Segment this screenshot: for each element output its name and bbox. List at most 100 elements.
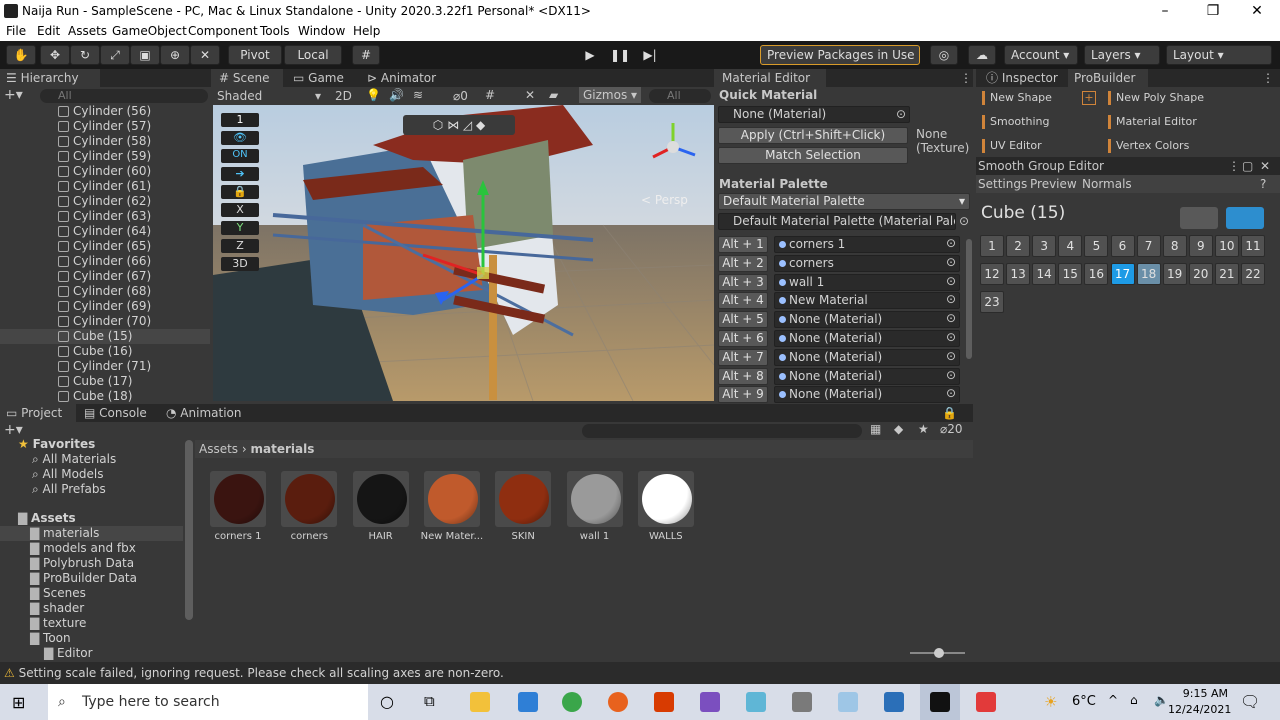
palette-material-field[interactable]: None (Material) — [774, 348, 960, 366]
hierarchy-item[interactable]: Cylinder (59) — [0, 149, 210, 164]
task-view-icon[interactable]: ⧉ — [424, 692, 435, 710]
smooth-group-button[interactable]: 13 — [1006, 263, 1031, 285]
volume-icon[interactable]: 🔈 — [1154, 693, 1169, 707]
hierarchy-item[interactable]: Cube (15) — [0, 329, 210, 344]
tab-smooth-normals[interactable]: Normals — [1082, 177, 1132, 191]
hierarchy-item[interactable]: Cylinder (57) — [0, 119, 210, 134]
object-picker-icon[interactable]: ⊙ — [946, 386, 956, 400]
add-shape-icon[interactable]: + — [1082, 91, 1096, 105]
inspector-more-icon[interactable]: ⋮ — [1262, 71, 1274, 85]
cortana-icon[interactable]: ○ — [380, 692, 394, 711]
overlay-on-toggle[interactable]: ON — [221, 149, 259, 163]
scene-viewport[interactable]: 1 👁 ON ➔ 🔒 X Y Z 3D ⬡ ⋈ ◿ ◆ < Persp — [213, 105, 714, 401]
object-picker-icon[interactable]: ⊙ — [896, 107, 906, 121]
smooth-group-button[interactable]: 18 — [1136, 263, 1161, 285]
new-poly-shape-button[interactable]: New Poly Shape — [1108, 89, 1204, 107]
folder-item[interactable]: ▇ shader — [0, 601, 183, 616]
project-search-input[interactable] — [582, 424, 862, 438]
menu-component[interactable]: Component — [188, 24, 258, 38]
hierarchy-item[interactable]: Cylinder (70) — [0, 314, 210, 329]
smooth-group-button[interactable]: 2 — [1006, 235, 1031, 257]
eye-icon[interactable]: 👁 — [221, 131, 259, 145]
favorites-header[interactable]: ★ Favorites — [0, 437, 183, 452]
hierarchy-item[interactable]: Cylinder (69) — [0, 299, 210, 314]
more-icon[interactable]: ⋮ — [960, 71, 972, 85]
hierarchy-item[interactable]: Cylinder (71) — [0, 359, 210, 374]
palette-field[interactable]: Default Material Palette (Material Palet… — [718, 213, 956, 230]
palette-material-field[interactable]: New Material — [774, 292, 960, 310]
smooth-group-button[interactable]: 19 — [1162, 263, 1187, 285]
menu-gameobject[interactable]: GameObject — [112, 24, 187, 38]
smooth-group-button[interactable]: 14 — [1032, 263, 1057, 285]
slider-handle[interactable] — [934, 648, 944, 658]
hierarchy-item[interactable]: Cylinder (56) — [0, 104, 210, 119]
palette-shortcut-button[interactable]: Alt + 5 — [718, 311, 768, 329]
smooth-help-icon[interactable]: ? — [1260, 177, 1266, 191]
filter-type-icon[interactable]: ▦ — [870, 422, 881, 436]
smooth-group-button[interactable]: 23 — [980, 291, 1004, 313]
project-add-icon[interactable]: +▾ — [4, 422, 23, 438]
calculator-icon[interactable] — [792, 692, 812, 712]
transform-tool-icon[interactable]: ⊕ — [160, 45, 190, 65]
vertex-colors-button[interactable]: Vertex Colors — [1108, 137, 1189, 155]
shading-arrow-icon[interactable]: ▾ — [315, 89, 321, 103]
palette-shortcut-button[interactable]: Alt + 2 — [718, 254, 768, 272]
scene-search-input[interactable]: All — [649, 89, 711, 103]
new-shape-button[interactable]: New Shape — [982, 89, 1052, 107]
tab-inspector[interactable]: ⓘ Inspector — [980, 69, 1068, 87]
object-picker-icon[interactable]: ⊙ — [946, 236, 956, 250]
layout-dropdown[interactable]: Layout ▾ — [1166, 45, 1272, 65]
hierarchy-item[interactable]: Cylinder (66) — [0, 254, 210, 269]
smoothing-button[interactable]: Smoothing — [982, 113, 1049, 131]
folder-item[interactable]: ▇ models and fbx — [0, 541, 183, 556]
preview-packages-dropdown[interactable]: Preview Packages in Use ▾ — [760, 45, 920, 80]
palette-material-field[interactable]: corners 1 — [774, 236, 960, 253]
audio-icon[interactable]: 🔊 — [389, 88, 404, 102]
play-button[interactable]: ▶ — [576, 45, 604, 65]
windows-start-icon[interactable]: ⊞ — [12, 693, 30, 712]
favorite-item[interactable]: ⌕ All Materials — [0, 452, 183, 467]
clock-time[interactable]: 9:15 AM — [1176, 687, 1228, 700]
tab-smooth-preview[interactable]: Preview — [1030, 177, 1077, 191]
smooth-maximize-icon[interactable]: ▢ — [1242, 157, 1253, 175]
project-lock-icon[interactable]: 🔒 — [942, 406, 957, 420]
tools-icon[interactable]: ✕ — [525, 88, 535, 102]
firefox-icon[interactable] — [608, 692, 628, 712]
smooth-group-button[interactable]: 22 — [1241, 263, 1265, 285]
smooth-group-button[interactable]: 21 — [1214, 263, 1239, 285]
notification-icon[interactable]: 🗨 — [1240, 692, 1260, 711]
favorite-star-icon[interactable]: ★ — [918, 422, 929, 436]
tab-project[interactable]: ▭ Project — [0, 404, 76, 422]
mail-icon[interactable] — [518, 692, 538, 712]
breadcrumb-assets[interactable]: Assets — [199, 442, 238, 456]
favorite-item[interactable]: ⌕ All Models — [0, 467, 183, 482]
local-button[interactable]: Local — [284, 45, 342, 65]
palette-material-field[interactable]: None (Material) — [774, 386, 960, 404]
smooth-group-button[interactable]: 8 — [1162, 235, 1187, 257]
tab-material-editor[interactable]: Material Editor — [716, 69, 826, 87]
hierarchy-search-input[interactable]: All — [40, 89, 208, 103]
hierarchy-item[interactable]: Cylinder (64) — [0, 224, 210, 239]
folder-item[interactable]: ▇ Scenes — [0, 586, 183, 601]
chrome-icon[interactable] — [562, 692, 582, 712]
folder-item[interactable]: ▇ materials — [0, 526, 183, 541]
temperature[interactable]: 6°C — [1072, 694, 1096, 709]
tab-animator[interactable]: ⊳ Animator — [361, 69, 451, 87]
smooth-group-button[interactable]: 16 — [1084, 263, 1109, 285]
collab-icon[interactable]: ◎ — [930, 45, 958, 65]
smooth-group-button[interactable]: 3 — [1032, 235, 1057, 257]
hierarchy-item[interactable]: Cube (16) — [0, 344, 210, 359]
smooth-more-icon[interactable]: ⋮ — [1228, 157, 1240, 175]
lock-icon[interactable]: 🔒 — [221, 185, 259, 199]
menu-help[interactable]: Help — [353, 24, 380, 38]
office-icon[interactable] — [654, 692, 674, 712]
taskbar-search-input[interactable]: ⌕ Type here to search — [48, 684, 368, 720]
hierarchy-item[interactable]: Cylinder (68) — [0, 284, 210, 299]
hierarchy-item[interactable]: Cube (17) — [0, 374, 210, 389]
camera-icon[interactable]: ▰ — [549, 88, 558, 102]
object-picker-icon[interactable]: ⊙ — [946, 274, 956, 288]
folder-item[interactable]: ▇ Polybrush Data — [0, 556, 183, 571]
move-tool-icon[interactable]: ✥ — [40, 45, 70, 65]
tab-game[interactable]: ▭ Game — [287, 69, 357, 87]
add-icon[interactable]: +▾ — [4, 87, 23, 103]
